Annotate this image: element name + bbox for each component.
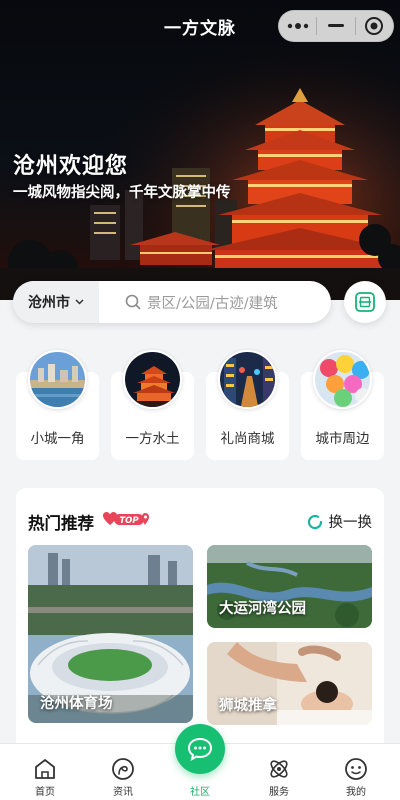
hero-banner: 一方文脉 沧州欢迎您 一城风物指尖阅，千年文脉掌中传	[0, 0, 400, 300]
home-icon	[35, 759, 55, 779]
tab-news[interactable]: 资讯	[83, 744, 163, 800]
recommend-card[interactable]: 沧州体育场	[28, 545, 193, 723]
news-icon	[112, 758, 134, 780]
city-name: 沧州市	[28, 295, 70, 311]
mini-program-capsule	[278, 10, 394, 42]
minimize-icon[interactable]	[317, 11, 354, 41]
recommend-card-label: 狮城推拿	[219, 698, 277, 714]
category-label: 小城一角	[30, 431, 85, 447]
category-image-waterfront	[28, 350, 87, 409]
category-image-tower	[123, 350, 182, 409]
more-dots-icon[interactable]	[279, 11, 316, 41]
hero-subtitle: 一城风物指尖阅，千年文脉掌中传	[13, 185, 231, 201]
tab-label: 我的	[346, 787, 366, 798]
swap-button[interactable]: 换一换	[307, 511, 373, 532]
chevron-down-icon	[75, 299, 84, 305]
scan-button[interactable]	[344, 281, 386, 323]
category-image-balloons	[313, 350, 372, 409]
category-xiaocheng[interactable]: 小城一角	[16, 350, 99, 460]
category-image-street	[218, 350, 277, 409]
hero-headline: 沧州欢迎您	[13, 154, 129, 179]
search-icon	[125, 294, 141, 310]
city-selector[interactable]: 沧州市	[13, 281, 99, 323]
recommend-card[interactable]: 狮城推拿	[207, 642, 372, 725]
category-label: 一方水土	[125, 431, 180, 447]
tab-label: 资讯	[113, 787, 133, 798]
top-badge: TOP	[102, 511, 150, 531]
tab-home[interactable]: 首页	[5, 744, 85, 800]
target-circle-icon[interactable]	[356, 11, 393, 41]
category-lishang[interactable]: 礼尚商城	[206, 350, 289, 460]
swap-label: 换一换	[328, 515, 373, 531]
tab-label: 社区	[190, 787, 210, 798]
tab-mine[interactable]: 我的	[316, 744, 396, 800]
category-zhoubian[interactable]: 城市周边	[301, 350, 384, 460]
top-badge-text: TOP	[119, 516, 139, 526]
refresh-ring-icon	[307, 514, 322, 529]
tab-services[interactable]: 服务	[239, 744, 319, 800]
chat-bubble-icon	[187, 737, 213, 761]
search-bar: 沧州市 景区/公园/古迹/建筑	[13, 281, 331, 323]
recommend-card[interactable]: 大运河湾公园	[207, 545, 372, 628]
search-placeholder: 景区/公园/古迹/建筑	[147, 295, 278, 312]
community-center-button[interactable]	[175, 724, 225, 774]
category-label: 城市周边	[315, 431, 370, 447]
section-title: 热门推荐	[28, 514, 94, 533]
category-grid: 小城一角 一方水土 礼尚商城 城市周边	[16, 350, 384, 460]
search-input[interactable]: 景区/公园/古迹/建筑	[99, 292, 331, 313]
service-atom-icon	[270, 760, 288, 778]
category-label: 礼尚商城	[220, 431, 275, 447]
profile-face-icon	[345, 758, 367, 780]
tab-label: 首页	[35, 787, 55, 798]
recommend-card-label: 大运河湾公园	[219, 601, 306, 617]
tab-label: 服务	[269, 787, 289, 798]
recommend-card-label: 沧州体育场	[40, 696, 113, 712]
hot-recommend-section: 热门推荐 TOP 换一换 沧州体育场 大运河湾公园 狮城推拿	[16, 488, 384, 758]
category-yifang[interactable]: 一方水土	[111, 350, 194, 460]
scan-code-icon	[355, 292, 375, 312]
